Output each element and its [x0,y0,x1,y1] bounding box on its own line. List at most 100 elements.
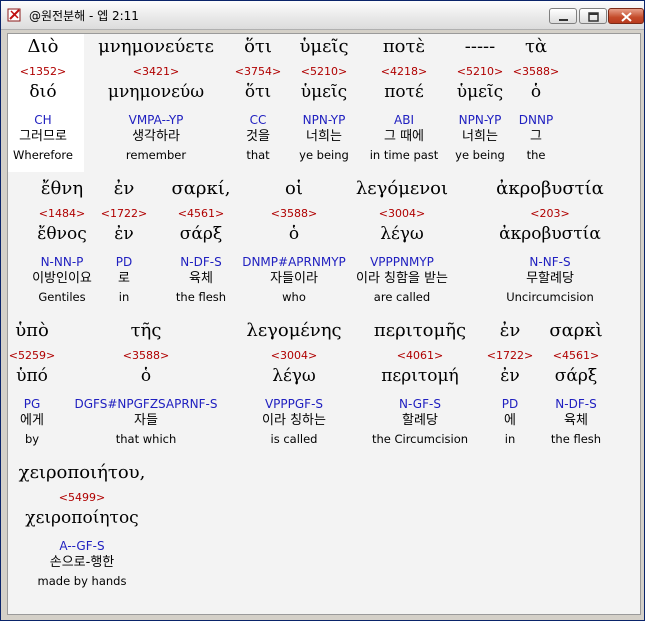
minimize-button[interactable] [549,8,577,24]
greek-word[interactable]: λεγόμενοι [317,176,487,202]
korean-gloss: 육체 [564,413,588,428]
lemma-word: περιτομή [381,366,459,386]
english-gloss: is called [270,432,318,446]
korean-gloss: 에 [504,413,516,428]
greek-word[interactable]: τὰ [506,34,566,60]
parse-code: N-DF-S [555,397,597,411]
english-gloss: in [504,432,516,446]
korean-gloss: 그 때에 [383,129,424,144]
window-title: @원전분해 - 엡 2:11 [29,9,139,23]
parse-code: PD [501,397,519,411]
korean-gloss: 것을 [246,129,270,144]
english-gloss: remember [125,148,187,162]
maximize-icon [588,12,599,22]
greek-word[interactable]: ποτὲ [354,34,454,60]
parse-code: CC [249,113,267,127]
greek-word[interactable]: μνημονεύετε [81,34,231,60]
greek-word[interactable]: Διὸ [8,34,81,60]
app-icon [7,7,23,23]
lemma-word: ὁ [140,366,152,386]
close-button[interactable] [608,8,644,24]
english-gloss: in [118,290,130,304]
lemma-word: ὅτι [244,82,272,102]
parse-code: DNNP [518,113,554,127]
english-gloss: are called [373,290,431,304]
english-gloss: ye being [455,148,505,162]
lemma-word: λέγω [380,224,424,244]
korean-gloss: 너희는 [462,129,498,144]
korean-gloss: 그러므로 [19,129,67,144]
english-gloss: made by hands [37,574,127,588]
parse-code: A--GF-S [59,539,105,553]
lemma-word: σάρξ [554,366,598,386]
greek-word[interactable]: λεγομένης [224,318,364,344]
strong-number: <1352> [19,65,67,78]
parse-code: VPPPGF-S [264,397,324,411]
close-icon [621,12,632,22]
english-gloss: ye being [299,148,349,162]
greek-word[interactable]: τῆς [51,318,241,344]
parse-code: VPPPNMYP [370,255,434,269]
strong-number: <4218> [380,65,428,78]
maximize-button[interactable] [579,8,607,24]
strong-number: <3588> [512,65,560,78]
parse-code: CH [34,113,52,127]
strong-number: <4561> [552,349,600,362]
parse-code: PD [115,255,133,269]
parse-code: NPN-YP [302,113,346,127]
lemma-word: μνημονεύω [107,82,205,102]
lemma-word: ὁ [530,82,542,102]
greek-word[interactable]: ὑμεῖς [284,34,364,60]
lemma-word: ἐν [114,224,134,244]
greek-word[interactable]: ὅτι [228,34,288,60]
strong-number: <3588> [122,349,170,362]
english-gloss: Uncircumcision [506,290,594,304]
korean-gloss: 자들 [134,413,158,428]
lemma-word: ὑμεῖς [456,82,504,102]
minimize-icon [559,19,568,21]
greek-word[interactable]: ----- [445,34,515,60]
lemma-word: ὑμεῖς [300,82,348,102]
korean-gloss: 무할례당 [526,271,574,286]
english-gloss: in time past [369,148,439,162]
app-window: @원전분해 - 엡 2:11 Διὸ <1352> διό CH 그러므로 Wherefo… [0,0,645,621]
strong-number: <4061> [396,349,444,362]
parse-code: NPN-YP [458,113,502,127]
greek-word[interactable]: χειροποιήτου, [8,460,157,486]
lemma-word: διό [29,82,57,102]
strong-number: <3004> [378,207,426,220]
lemma-word: χειροποίητος [25,508,139,528]
strong-number: <5210> [456,65,504,78]
greek-word[interactable]: ἐν [94,176,154,202]
korean-gloss: 손으로-행한 [49,555,115,570]
english-gloss: the [526,148,546,162]
interlinear-view[interactable]: Διὸ <1352> διό CH 그러므로 Wherefore μνημονεύετε <3… [7,33,641,615]
strong-number: <3754> [234,65,282,78]
english-gloss: the Circumcision [371,432,469,446]
lemma-word: λέγω [272,366,316,386]
english-gloss: the flesh [550,432,602,446]
korean-gloss: 할례당 [402,413,438,428]
parse-code: ABI [394,113,414,127]
strong-number: <3004> [270,349,318,362]
korean-gloss: 이라 칭하는 [262,413,326,428]
strong-number: <3421> [132,65,180,78]
lemma-word: ἐν [500,366,520,386]
strong-number: <5499> [58,491,106,504]
parse-code: N-NF-S [529,255,571,269]
english-gloss: Wherefore [13,148,73,162]
english-gloss: that [246,148,270,162]
title-bar[interactable]: @원전분해 - 엡 2:11 [1,1,644,30]
greek-word[interactable]: ἐν [480,318,540,344]
strong-number: <1722> [100,207,148,220]
greek-word[interactable]: ἀκροβυστία [480,176,620,202]
parse-code: DGFS#NPGFZSAPRNF-S [74,397,218,411]
strong-number: <203> [530,207,570,220]
lemma-word: ποτέ [384,82,424,102]
greek-word[interactable]: περιτομῆς [355,318,485,344]
korean-gloss: 그 [530,129,542,144]
greek-word[interactable]: σαρκὶ [536,318,616,344]
lemma-word: ἀκροβυστία [499,224,601,244]
english-gloss: that which [115,432,177,446]
parse-code: VMPA--YP [128,113,184,127]
